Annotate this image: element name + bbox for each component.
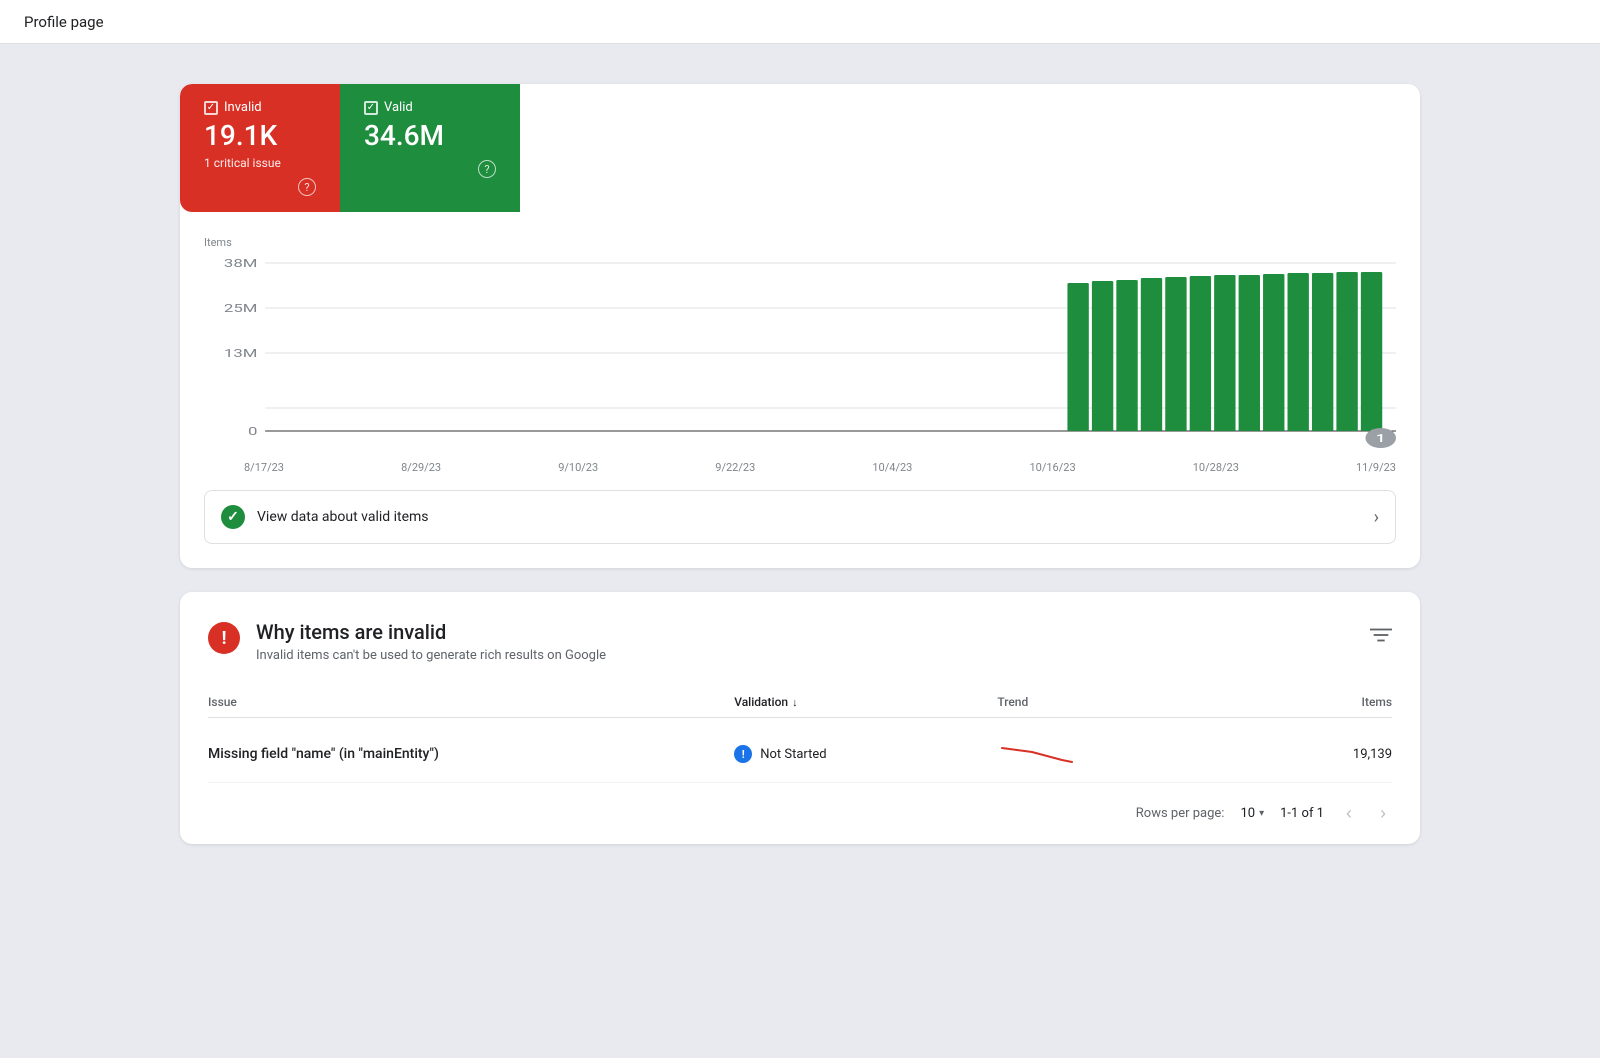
chart-area: Items 38M 25M 13M 0 (180, 212, 1420, 490)
error-icon: ! (208, 622, 240, 654)
rows-per-page-label: Rows per page: (1136, 806, 1225, 821)
main-content: Invalid 19.1K 1 critical issue ? Valid 3… (0, 44, 1600, 884)
th-trend: Trend (997, 695, 1260, 709)
pagination-row: Rows per page: 10 ▾ 1-1 of 1 ‹ › (208, 783, 1392, 844)
chart-container: 38M 25M 13M 0 (204, 253, 1396, 453)
x-label-4: 9/22/23 (715, 461, 755, 474)
valid-label: Valid (384, 100, 413, 115)
page-title-bar: Profile page (0, 0, 1600, 44)
x-label-7: 10/28/23 (1193, 461, 1239, 474)
x-label-2: 8/29/23 (401, 461, 441, 474)
invalid-value: 19.1K (204, 119, 316, 152)
invalid-card-title: Why items are invalid (256, 620, 606, 644)
invalid-checkbox-icon (204, 101, 218, 115)
valid-stat[interactable]: Valid 34.6M ? (340, 84, 520, 212)
next-page-button[interactable]: › (1374, 799, 1392, 828)
x-axis-labels: 8/17/23 8/29/23 9/10/23 9/22/23 10/4/23 … (204, 453, 1396, 474)
invalid-sub: 1 critical issue (204, 156, 316, 170)
not-started-text: Not Started (760, 747, 826, 762)
invalid-items-card: ! Why items are invalid Invalid items ca… (180, 592, 1420, 844)
svg-text:0: 0 (248, 426, 257, 438)
svg-text:13M: 13M (224, 348, 258, 360)
issues-table: Issue Validation ↓ Trend Items Missing f… (208, 687, 1392, 783)
page-info: 1-1 of 1 (1280, 806, 1324, 821)
page-title: Profile page (24, 13, 104, 31)
table-row: Missing field "name" (in "mainEntity") !… (208, 726, 1392, 783)
stats-section: Invalid 19.1K 1 critical issue ? Valid 3… (180, 84, 1420, 212)
th-validation: Validation ↓ (734, 695, 997, 709)
dropdown-arrow-icon: ▾ (1259, 808, 1264, 819)
prev-page-button[interactable]: ‹ (1340, 799, 1358, 828)
x-label-3: 9/10/23 (558, 461, 598, 474)
rows-per-page-select[interactable]: 10 ▾ (1240, 806, 1264, 821)
filter-icon[interactable] (1370, 624, 1392, 651)
valid-value: 34.6M (364, 119, 496, 152)
svg-text:38M: 38M (224, 258, 258, 270)
chart-svg: 38M 25M 13M 0 (204, 253, 1396, 453)
not-started-icon: ! (734, 745, 752, 763)
x-label-8: 11/9/23 (1356, 461, 1396, 474)
td-trend (997, 740, 1260, 768)
th-items: Items (1260, 695, 1392, 709)
x-label-5: 10/4/23 (872, 461, 912, 474)
valid-help-icon[interactable]: ? (478, 160, 496, 178)
invalid-help-icon[interactable]: ? (298, 178, 316, 196)
invalid-card-subtitle: Invalid items can't be used to generate … (256, 648, 606, 663)
svg-text:25M: 25M (224, 303, 258, 315)
svg-text:1: 1 (1376, 433, 1386, 445)
td-issue: Missing field "name" (in "mainEntity") (208, 746, 734, 762)
invalid-stat[interactable]: Invalid 19.1K 1 critical issue ? (180, 84, 340, 212)
sort-down-icon: ↓ (792, 696, 798, 709)
valid-check-icon: ✓ (221, 505, 245, 529)
td-items: 19,139 (1260, 747, 1392, 762)
view-data-text: View data about valid items (257, 509, 429, 525)
th-issue: Issue (208, 695, 734, 709)
invalid-label: Invalid (224, 100, 262, 115)
chevron-right-icon: › (1374, 507, 1379, 528)
y-axis-label: Items (204, 236, 1396, 249)
td-validation: ! Not Started (734, 745, 997, 763)
x-label-6: 10/16/23 (1029, 461, 1075, 474)
valid-checkbox-icon (364, 101, 378, 115)
trend-sparkline (997, 740, 1077, 768)
x-label-1: 8/17/23 (244, 461, 284, 474)
view-data-row[interactable]: ✓ View data about valid items › (204, 490, 1396, 544)
stats-chart-card: Invalid 19.1K 1 critical issue ? Valid 3… (180, 84, 1420, 568)
